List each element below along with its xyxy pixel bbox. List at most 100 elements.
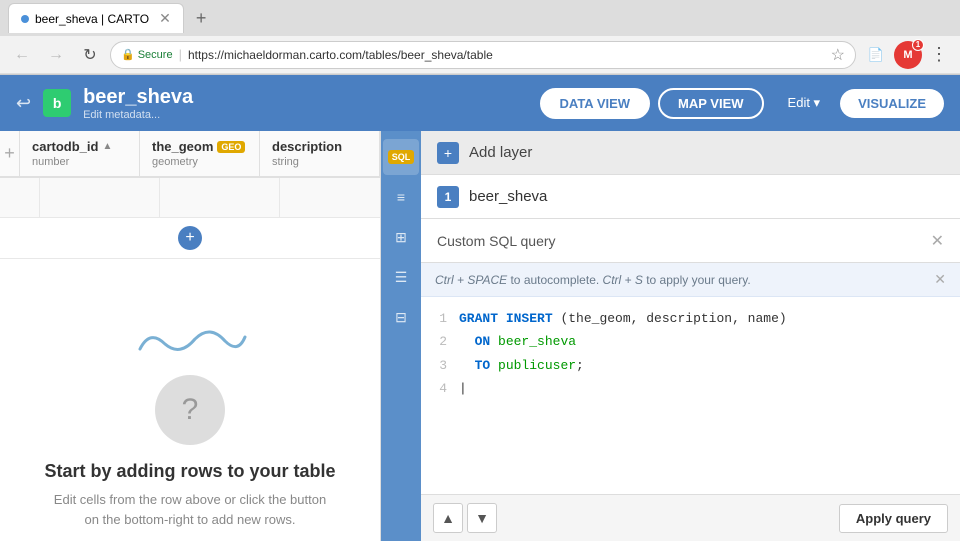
- tab-favicon: [21, 15, 29, 23]
- sql-icon: SQL: [388, 150, 415, 164]
- sort-icon[interactable]: ▲: [102, 141, 112, 152]
- empty-state: ? Start by adding rows to your table Edi…: [0, 279, 380, 541]
- main-content: + cartodb_id ▲ number the_geom GEO geome…: [0, 131, 960, 541]
- add-row-btn[interactable]: +: [178, 226, 202, 250]
- col-type-cartodb: number: [32, 156, 127, 168]
- profile-badge: 1: [912, 39, 924, 51]
- secure-badge: 🔒 Secure: [121, 48, 173, 61]
- add-column-btn[interactable]: +: [0, 131, 20, 176]
- tab-title: beer_sheva | CARTO: [35, 12, 149, 26]
- sql-close-btn[interactable]: ✕: [931, 231, 944, 251]
- col-type-desc: string: [272, 156, 367, 168]
- layer-item[interactable]: 1 beer_sheva: [421, 175, 960, 219]
- add-layer-bar: + Add layer: [421, 131, 960, 175]
- app-title: beer_sheva: [83, 86, 193, 109]
- lock-icon: 🔒: [121, 48, 135, 61]
- add-layer-icon[interactable]: +: [437, 142, 459, 164]
- app-header: ↩ b beer_sheva Edit metadata... DATA VIE…: [0, 75, 960, 131]
- layers-icon: ⊞: [395, 229, 407, 246]
- bookmark-icon[interactable]: ☆: [831, 45, 845, 65]
- empty-icon: ?: [155, 375, 225, 445]
- app-icon-label: b: [53, 95, 62, 111]
- col-name-desc: description: [272, 139, 342, 154]
- hint-close-btn[interactable]: ✕: [934, 271, 946, 288]
- line-num-2: 2: [431, 330, 447, 353]
- list-icon: ☰: [395, 269, 408, 286]
- app: ↩ b beer_sheva Edit metadata... DATA VIE…: [0, 75, 960, 541]
- col-name-geom: the_geom: [152, 139, 213, 154]
- forward-btn[interactable]: →: [42, 41, 70, 69]
- layer-num: 1: [437, 186, 459, 208]
- table-header-row: + cartodb_id ▲ number the_geom GEO geome…: [0, 131, 380, 178]
- add-layer-label: Add layer: [469, 144, 532, 161]
- sql-footer: ▲ ▼ Apply query: [421, 494, 960, 541]
- tab-data-view[interactable]: DATA VIEW: [540, 88, 651, 119]
- app-icon: b: [43, 89, 71, 117]
- line-code-1: GRANT INSERT (the_geom, description, nam…: [459, 307, 787, 330]
- code-line-1: 1 GRANT INSERT (the_geom, description, n…: [431, 307, 950, 330]
- code-line-3: 3 TO publicuser;: [431, 354, 950, 377]
- reload-btn[interactable]: ↻: [76, 41, 104, 69]
- sidebar-chart-btn[interactable]: ≡: [383, 179, 419, 215]
- sidebar-list-btn[interactable]: ☰: [383, 259, 419, 295]
- sql-panel-header: Custom SQL query ✕: [421, 219, 960, 263]
- header-tabs: DATA VIEW MAP VIEW: [540, 88, 764, 119]
- table-area: + cartodb_id ▲ number the_geom GEO geome…: [0, 131, 380, 541]
- add-row-area: +: [0, 218, 380, 259]
- nav-actions: 📄 M 1 ⋮: [862, 41, 952, 69]
- app-subtitle[interactable]: Edit metadata...: [83, 109, 193, 121]
- col-header-the-geom: the_geom GEO geometry: [140, 131, 260, 176]
- new-tab-btn[interactable]: +: [188, 4, 215, 33]
- extensions-btn[interactable]: 📄: [862, 41, 890, 69]
- line-code-3: TO publicuser;: [459, 354, 584, 377]
- panel-main: + Add layer 1 beer_sheva Custom SQL quer…: [421, 131, 960, 541]
- tab-map-view[interactable]: MAP VIEW: [658, 88, 764, 119]
- address-bar[interactable]: 🔒 Secure | https://michaeldorman.carto.c…: [110, 41, 856, 69]
- profile-initial: M: [903, 49, 912, 61]
- line-num-3: 3: [431, 354, 447, 377]
- browser-chrome: beer_sheva | CARTO ✕ + ← → ↻ 🔒 Secure | …: [0, 0, 960, 75]
- more-btn[interactable]: ⋮: [926, 42, 952, 67]
- decoration-scribble: [130, 319, 250, 359]
- secure-label: Secure: [138, 49, 173, 61]
- nav-bar: ← → ↻ 🔒 Secure | https://michaeldorman.c…: [0, 36, 960, 74]
- app-title-block: beer_sheva Edit metadata...: [83, 86, 193, 121]
- code-editor[interactable]: 1 GRANT INSERT (the_geom, description, n…: [421, 297, 960, 494]
- layer-name: beer_sheva: [469, 188, 547, 205]
- sidebar-grid-btn[interactable]: ⊟: [383, 299, 419, 335]
- sidebar-sql-btn[interactable]: SQL: [383, 139, 419, 175]
- app-back-btn[interactable]: ↩: [16, 93, 31, 114]
- footer-arrows: ▲ ▼: [433, 503, 497, 533]
- line-code-2: ON beer_sheva: [459, 330, 576, 353]
- panel-sidebar: SQL ≡ ⊞ ☰ ⊟: [381, 131, 421, 541]
- empty-title: Start by adding rows to your table: [44, 461, 335, 482]
- url-text: https://michaeldorman.carto.com/tables/b…: [188, 48, 825, 62]
- line-code-4: |: [459, 377, 467, 400]
- table-row: [0, 178, 380, 218]
- sql-panel: Custom SQL query ✕ Ctrl + SPACE to autoc…: [421, 219, 960, 541]
- arrow-up-btn[interactable]: ▲: [433, 503, 463, 533]
- sql-title: Custom SQL query: [437, 233, 556, 249]
- tab-close-btn[interactable]: ✕: [159, 10, 171, 27]
- tab-extras: [226, 6, 286, 30]
- chart-icon: ≡: [397, 189, 405, 205]
- back-btn[interactable]: ←: [8, 41, 36, 69]
- line-num-4: 4: [431, 377, 447, 400]
- arrow-down-btn[interactable]: ▼: [467, 503, 497, 533]
- line-num-1: 1: [431, 307, 447, 330]
- table-body: [0, 178, 380, 218]
- profile-btn[interactable]: M 1: [894, 41, 922, 69]
- grid-icon: ⊟: [395, 309, 407, 326]
- apply-query-btn[interactable]: Apply query: [839, 504, 948, 533]
- right-panel: SQL ≡ ⊞ ☰ ⊟ + Add l: [380, 131, 960, 541]
- code-line-2: 2 ON beer_sheva: [431, 330, 950, 353]
- empty-icon-glyph: ?: [182, 393, 199, 427]
- tab-bar: beer_sheva | CARTO ✕ +: [0, 0, 960, 36]
- sidebar-layers-btn[interactable]: ⊞: [383, 219, 419, 255]
- geo-badge: GEO: [217, 141, 245, 153]
- browser-tab[interactable]: beer_sheva | CARTO ✕: [8, 3, 184, 33]
- col-header-cartodb-id: cartodb_id ▲ number: [20, 131, 140, 176]
- col-name-cartodb: cartodb_id: [32, 139, 98, 154]
- edit-btn[interactable]: Edit ▾: [788, 95, 821, 111]
- visualize-btn[interactable]: VISUALIZE: [840, 89, 944, 118]
